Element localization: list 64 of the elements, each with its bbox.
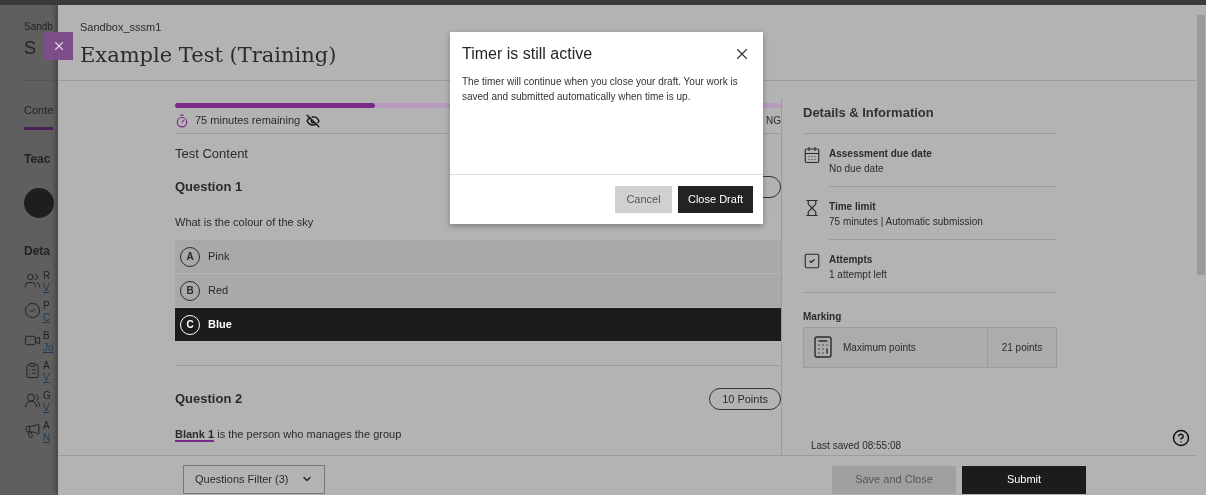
close-draft-button[interactable]: Close Draft [678, 186, 753, 213]
item-link[interactable]: Jo [43, 341, 54, 354]
questions-filter-dropdown[interactable]: Questions Filter (3) [183, 464, 325, 494]
section-title: Test Content [175, 145, 249, 163]
question-title: Question 2 [175, 390, 243, 409]
save-and-close-button[interactable]: Save and Close [832, 465, 956, 494]
item-title: P [43, 299, 51, 312]
calculator-icon [811, 335, 835, 359]
item-link[interactable]: N [43, 431, 51, 444]
item-title: R [43, 269, 51, 282]
checkbox-icon [803, 251, 821, 270]
breadcrumb: Sandbox_sssm1 [80, 20, 163, 35]
marking-title: Marking [803, 309, 843, 324]
page-title: Example Test (Training) [80, 41, 337, 69]
dialog-message: The timer will continue when you close your draft. Your work is saved and submitted automatically when time is up. [462, 75, 739, 104]
question-prompt: Blank 1 is the person who manages the group [175, 427, 403, 443]
item-link[interactable]: V [43, 401, 51, 414]
detail-label: Time limit [829, 199, 877, 214]
question-title: Question 1 [175, 177, 243, 196]
answer-option[interactable]: B Red [175, 274, 781, 307]
item-link[interactable]: C [43, 311, 51, 324]
scrollbar[interactable] [1196, 5, 1206, 495]
answer-option[interactable]: A Pink [175, 240, 781, 273]
item-link[interactable]: V [43, 281, 51, 294]
hide-timer-icon[interactable] [306, 113, 321, 128]
detail-value: No due date [829, 161, 885, 176]
marking-value: 21 points [987, 327, 1056, 367]
cancel-button[interactable]: Cancel [615, 186, 672, 213]
detail-label: Attempts [829, 252, 874, 267]
dialog-title: Timer is still active [462, 44, 593, 64]
item-title: A [43, 359, 50, 372]
megaphone-icon [24, 421, 41, 439]
option-text: Blue [208, 317, 232, 333]
answer-option[interactable]: C Blue [175, 308, 781, 341]
last-saved: Last saved 08:55:08 [811, 439, 902, 453]
item-link[interactable]: V [43, 371, 50, 384]
option-text: Red [208, 283, 229, 299]
hourglass-icon [803, 198, 821, 217]
section-heading: Teac [24, 150, 51, 168]
group-icon [24, 391, 41, 409]
course-label: Sandb [24, 20, 53, 34]
question-prompt: What is the colour of the sky [175, 214, 315, 230]
option-text: Pink [208, 249, 230, 265]
timer-icon [175, 113, 189, 128]
check-circle-icon [24, 301, 41, 319]
people-icon [24, 271, 41, 289]
item-title: B [43, 329, 51, 342]
clipboard-icon [24, 361, 41, 379]
submit-button[interactable]: Submit [962, 465, 1086, 494]
detail-value: 1 attempt left [829, 267, 888, 282]
section-heading: Deta [24, 242, 50, 260]
item-title: A [43, 419, 51, 432]
calendar-icon [803, 145, 821, 164]
avatar [24, 187, 54, 218]
timer-status: NG [766, 114, 781, 128]
marking-label: Maximum points [843, 340, 916, 355]
detail-label: Assessment due date [829, 146, 933, 161]
content-tab[interactable]: Conte [24, 102, 54, 130]
time-remaining: 75 minutes remaining [195, 113, 301, 129]
help-icon[interactable] [1172, 429, 1190, 447]
course-title: S [24, 37, 36, 60]
detail-value: 75 minutes | Automatic submission [829, 214, 984, 229]
item-title: G [43, 389, 51, 402]
details-title: Details & Information [803, 103, 1057, 134]
